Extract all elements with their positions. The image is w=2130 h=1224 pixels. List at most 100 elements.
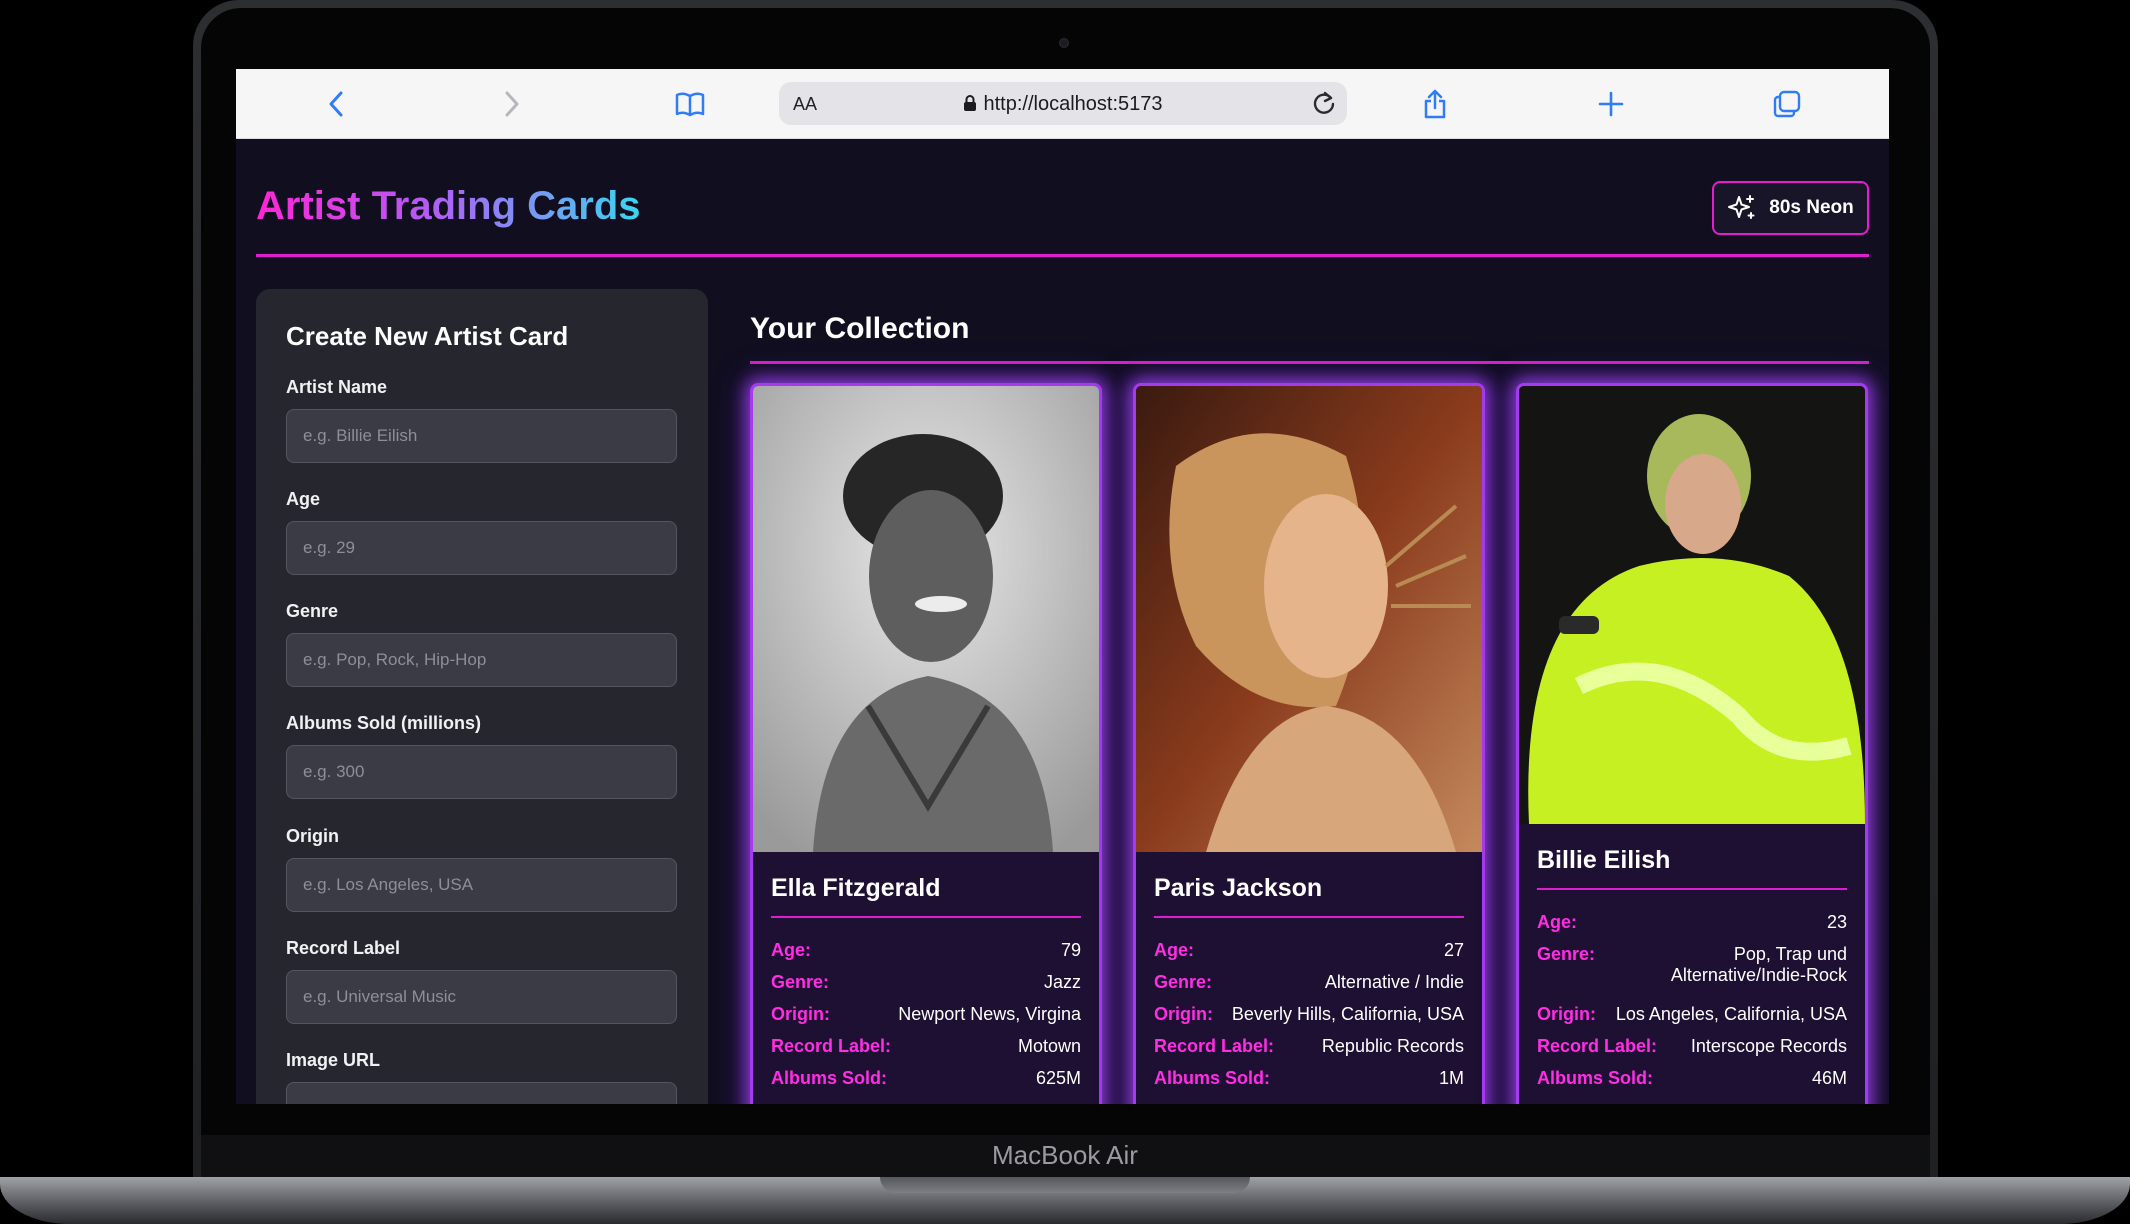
device-label: MacBook Air <box>992 1140 1138 1170</box>
age-key: Age: <box>771 940 811 960</box>
origin-value: Newport News, Virgina <box>898 1004 1081 1024</box>
genre-key: Genre: <box>1154 972 1213 992</box>
page-title: Artist Trading Cards <box>256 184 641 228</box>
sold-key: Albums Sold: <box>771 1068 887 1088</box>
sold-value: 1M <box>1438 1068 1464 1088</box>
image-url-input[interactable] <box>286 1082 677 1104</box>
url-display[interactable]: http://localhost:5173 <box>779 93 1347 116</box>
origin-key: Origin: <box>1537 1004 1596 1024</box>
card-divider <box>1537 888 1847 890</box>
genre-value: Alternative / Indie <box>1324 972 1464 992</box>
card-artist-name: Ella Fitzgerald <box>771 874 941 902</box>
image-url-label: Image URL <box>286 1050 381 1070</box>
lock-icon <box>964 95 977 111</box>
browser-screen: AA http://localhost:5173 Artist Trading … <box>236 69 1889 1104</box>
card-accent <box>1099 852 1102 1104</box>
record-label-label: Record Label <box>286 938 401 958</box>
genre-value: Jazz <box>1043 972 1081 992</box>
genre-key: Genre: <box>1537 944 1596 964</box>
albums-sold-input[interactable] <box>286 745 677 799</box>
card-age-row: Age: 23 <box>1537 912 1847 933</box>
age-value: 27 <box>1443 940 1464 960</box>
sold-key: Albums Sold: <box>1537 1068 1653 1088</box>
web-page: Artist Trading Cards 80s Neon Create New… <box>236 140 1889 1104</box>
camera-icon <box>1059 38 1069 48</box>
label-value: Motown <box>1017 1036 1081 1056</box>
url-text: http://localhost:5173 <box>983 93 1163 115</box>
origin-input[interactable] <box>286 858 677 912</box>
artist-photo <box>1519 386 1865 824</box>
theme-toggle-label: 80s Neon <box>1769 197 1854 218</box>
origin-key: Origin: <box>1154 1004 1213 1024</box>
card-age-row: Age: 27 <box>1154 940 1464 961</box>
artist-card[interactable]: Ella Fitzgerald Age: 79 Genre: Jazz Origin… <box>750 383 1102 1104</box>
card-origin-row: Origin: Newport News, Virgina <box>771 1004 1081 1025</box>
age-key: Age: <box>1537 912 1577 932</box>
genre-value: Pop, Trap und Alternative/Indie-Rock <box>1670 944 1847 985</box>
artist-photo <box>753 386 1099 852</box>
albums-sold-label: Albums Sold (millions) <box>286 713 482 733</box>
artist-card[interactable]: Paris Jackson Age: 27 Genre: Alternative /… <box>1133 383 1485 1104</box>
collection-divider <box>750 361 1869 364</box>
card-label-row: Record Label: Interscope Records <box>1537 1036 1847 1057</box>
bookmarks-icon[interactable] <box>671 85 709 123</box>
card-label-row: Record Label: Republic Records <box>1154 1036 1464 1057</box>
share-icon[interactable] <box>1416 85 1454 123</box>
sold-value: 46M <box>1811 1068 1847 1088</box>
card-label-row: Record Label: Motown <box>771 1036 1081 1057</box>
genre-key: Genre: <box>771 972 830 992</box>
genre-label: Genre <box>286 601 339 621</box>
sold-value: 625M <box>1035 1068 1081 1088</box>
laptop-notch <box>880 1177 1250 1193</box>
card-sold-row: Albums Sold: 1M <box>1154 1068 1464 1089</box>
card-genre-row: Genre: Pop, Trap und Alternative/Indie-Ro… <box>1537 944 1847 986</box>
label-key: Record Label: <box>771 1036 892 1056</box>
card-origin-row: Origin: Beverly Hills, California, USA <box>1154 1004 1464 1025</box>
card-sold-row: Albums Sold: 625M <box>771 1068 1081 1089</box>
card-accent <box>1865 824 1868 1104</box>
label-key: Record Label: <box>1154 1036 1275 1056</box>
origin-value: Los Angeles, California, USA <box>1615 1004 1847 1024</box>
label-value: Interscope Records <box>1690 1036 1847 1056</box>
artist-name-label: Artist Name <box>286 377 388 397</box>
age-input[interactable] <box>286 521 677 575</box>
origin-key: Origin: <box>771 1004 830 1024</box>
card-genre-row: Genre: Jazz <box>771 972 1081 993</box>
age-label: Age <box>286 489 321 509</box>
card-artist-name: Paris Jackson <box>1154 874 1323 902</box>
reload-icon[interactable] <box>1311 90 1337 121</box>
header-divider <box>256 254 1869 257</box>
age-value: 79 <box>1060 940 1081 960</box>
card-genre-row: Genre: Alternative / Indie <box>1154 972 1464 993</box>
card-sold-row: Albums Sold: 46M <box>1537 1068 1847 1089</box>
record-label-input[interactable] <box>286 970 677 1024</box>
card-origin-row: Origin: Los Angeles, California, USA <box>1537 1004 1847 1025</box>
theme-toggle-button[interactable]: 80s Neon <box>1712 181 1869 235</box>
origin-label: Origin <box>286 826 339 846</box>
label-key: Record Label: <box>1537 1036 1658 1056</box>
card-divider <box>1154 916 1464 918</box>
create-card-form: Create New Artist Card Artist Name Age G… <box>256 289 708 1104</box>
tabs-overview-icon[interactable] <box>1768 85 1806 123</box>
sold-key: Albums Sold: <box>1154 1068 1270 1088</box>
age-value: 23 <box>1826 912 1847 932</box>
artist-name-input[interactable] <box>286 409 677 463</box>
age-key: Age: <box>1154 940 1194 960</box>
card-divider <box>771 916 1081 918</box>
device-stage: AA http://localhost:5173 Artist Trading … <box>0 0 2130 1224</box>
origin-value: Beverly Hills, California, USA <box>1231 1004 1464 1024</box>
genre-input[interactable] <box>286 633 677 687</box>
card-accent <box>1482 852 1485 1104</box>
card-age-row: Age: 79 <box>771 940 1081 961</box>
artist-photo <box>1136 386 1482 852</box>
forward-icon[interactable] <box>493 85 531 123</box>
artist-card[interactable]: Billie Eilish Age: 23 Genre: Pop, Trap und… <box>1516 383 1868 1104</box>
address-bar[interactable]: AA http://localhost:5173 <box>779 82 1347 125</box>
new-tab-icon[interactable] <box>1592 85 1630 123</box>
back-icon[interactable] <box>317 85 355 123</box>
browser-toolbar: AA http://localhost:5173 <box>236 69 1889 139</box>
collection-title: Your Collection <box>750 312 970 345</box>
sparkles-icon <box>1728 195 1755 219</box>
card-artist-name: Billie Eilish <box>1537 846 1671 874</box>
label-value: Republic Records <box>1321 1036 1464 1056</box>
